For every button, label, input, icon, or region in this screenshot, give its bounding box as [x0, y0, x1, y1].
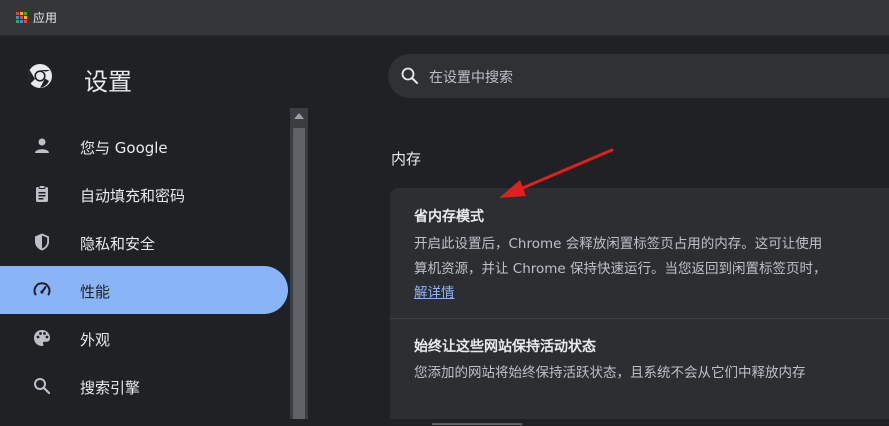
memory-saver-title: 省内存模式: [414, 209, 484, 225]
sidebar-item-autofill[interactable]: 自动填充和密码: [0, 170, 288, 218]
palette-icon: [34, 330, 50, 346]
apps-grid-icon: [16, 12, 27, 23]
scrollbar-thumb[interactable]: [293, 128, 305, 419]
divider: [390, 318, 889, 319]
chrome-icon: [27, 64, 52, 88]
sidebar-scrollbar[interactable]: [290, 108, 308, 419]
sidebar-item-label: 隐私和安全: [80, 235, 156, 253]
section-title-memory: 内存: [391, 150, 422, 168]
bookmarks-bar: 应用: [0, 0, 889, 36]
shield-icon: [35, 233, 49, 251]
apps-grid-dot: [24, 16, 27, 19]
memory-saver-description-line1: 开启此设置后，Chrome 会释放闲置标签页占用的内存。这可让使用: [414, 236, 823, 252]
clipboard-icon: [36, 185, 48, 202]
search-icon: [34, 378, 51, 395]
apps-grid-dot: [16, 20, 19, 23]
memory-settings-card: 省内存模式 开启此设置后，Chrome 会释放闲置标签页占用的内存。这可让使用 …: [390, 188, 889, 426]
apps-grid-dot: [20, 16, 23, 19]
settings-header: 设置 在设置中搜索: [0, 36, 889, 116]
always-active-sites-description: 您添加的网站将始终保持活跃状态，且系统不会从它们中释放内存: [414, 365, 806, 381]
apps-grid-dot: [20, 12, 23, 15]
apps-grid-dot: [16, 16, 19, 19]
settings-search-input[interactable]: 在设置中搜索: [388, 54, 889, 98]
apps-shortcut[interactable]: 应用: [16, 9, 57, 26]
apps-grid-dot: [16, 12, 19, 15]
learn-more-link[interactable]: 解详情: [414, 281, 455, 301]
sidebar-item-performance[interactable]: 性能: [0, 266, 288, 314]
settings-sidebar: 您与 Google 自动填充和密码 隐私和安全 性能 外观 搜索引擎: [0, 118, 290, 419]
sidebar-item-appearance[interactable]: 外观: [0, 314, 288, 362]
search-placeholder: 在设置中搜索: [429, 70, 513, 86]
search-icon: [401, 67, 418, 84]
sidebar-item-label: 外观: [80, 331, 111, 349]
sidebar-item-label: 搜索引擎: [80, 379, 141, 397]
sidebar-item-privacy[interactable]: 隐私和安全: [0, 218, 288, 266]
apps-grid-dot: [24, 20, 27, 23]
person-icon: [35, 138, 49, 153]
sidebar-item-label: 您与 Google: [80, 139, 168, 157]
sidebar-item-you-and-google[interactable]: 您与 Google: [0, 122, 288, 170]
apps-grid-dot: [20, 20, 23, 23]
page-title: 设置: [84, 68, 132, 96]
speedometer-icon: [33, 282, 51, 296]
sidebar-item-label: 自动填充和密码: [80, 187, 186, 205]
sidebar-item-search-engine[interactable]: 搜索引擎: [0, 362, 288, 410]
scroll-up-arrow-icon[interactable]: [294, 113, 304, 119]
memory-saver-description-line2: 算机资源，并让 Chrome 保持快速运行。当您返回到闲置标签页时，: [414, 261, 827, 277]
sidebar-item-label: 性能: [80, 283, 111, 301]
apps-label: 应用: [33, 11, 58, 25]
apps-grid-dot: [24, 12, 27, 15]
always-active-sites-title: 始终让这些网站保持活动状态: [414, 339, 596, 355]
